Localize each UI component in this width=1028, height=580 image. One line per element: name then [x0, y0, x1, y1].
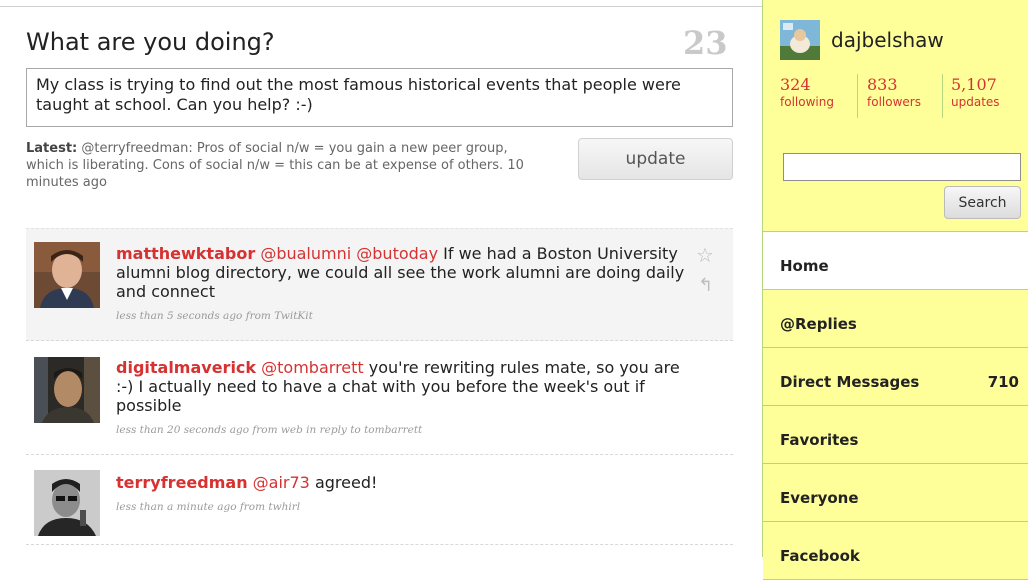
nav-item-replies[interactable]: @Replies	[763, 290, 1028, 348]
stat-divider	[942, 74, 943, 118]
character-counter: 23	[683, 24, 728, 62]
nav-item-favorites[interactable]: Favorites	[763, 406, 1028, 464]
avatar[interactable]	[34, 470, 100, 536]
tweet-meta: less than a minute ago from twhirl	[116, 501, 301, 513]
nav-item-label: Home	[780, 257, 829, 275]
update-button[interactable]: update	[578, 138, 733, 180]
avatar[interactable]	[34, 242, 100, 308]
nav-item-facebook[interactable]: Facebook	[763, 522, 1028, 580]
following-label: following	[780, 95, 834, 109]
tweet-meta: less than 20 seconds ago from web in rep…	[116, 424, 423, 436]
mention-link[interactable]: @bualumni	[260, 244, 351, 263]
updates-label: updates	[951, 95, 1000, 109]
status-input[interactable]: My class is trying to find out the most …	[26, 68, 733, 127]
compose-heading: What are you doing?	[26, 28, 275, 56]
tweet: terryfreedman @air73 agreed! less than a…	[26, 455, 733, 545]
tweet-text: agreed!	[309, 473, 378, 492]
nav-item-label: @Replies	[780, 315, 857, 333]
tweet-meta: less than 5 seconds ago from TwitKit	[116, 310, 313, 322]
tweet-username[interactable]: digitalmaverick	[116, 358, 256, 377]
favorite-star-icon[interactable]: ☆	[696, 243, 714, 267]
sidebar: dajbelshaw 324 following 833 followers 5…	[762, 0, 1028, 580]
profile-username[interactable]: dajbelshaw	[831, 28, 944, 52]
tweet-username[interactable]: matthewktabor	[116, 244, 255, 263]
following-count: 324	[780, 75, 811, 94]
latest-label: Latest:	[26, 141, 78, 156]
search-input[interactable]	[783, 153, 1021, 181]
latest-status: Latest: @terryfreedman: Pros of social n…	[26, 140, 526, 191]
nav-item-label: Direct Messages	[780, 373, 920, 391]
avatar[interactable]	[34, 357, 100, 423]
search-button[interactable]: Search	[944, 186, 1021, 219]
reply-arrow-icon[interactable]: ↰	[698, 275, 713, 296]
updates-stat[interactable]: 5,107 updates	[951, 76, 1000, 110]
tweet-username[interactable]: terryfreedman	[116, 473, 248, 492]
mention-link[interactable]: @tombarrett	[261, 358, 364, 377]
nav-item-label: Favorites	[780, 431, 859, 449]
main-column: What are you doing? 23 My class is tryin…	[0, 0, 762, 557]
nav-item-home[interactable]: Home	[763, 232, 1028, 290]
followers-stat[interactable]: 833 followers	[867, 76, 921, 110]
tweet-body: terryfreedman @air73 agreed! less than a…	[116, 473, 691, 517]
updates-count: 5,107	[951, 75, 997, 94]
mention-link[interactable]: @butoday	[356, 244, 438, 263]
nav-item-count: 710	[987, 373, 1019, 391]
mention-link[interactable]: @air73	[253, 473, 310, 492]
nav-item-direct-messages[interactable]: Direct Messages 710	[763, 348, 1028, 406]
nav-item-everyone[interactable]: Everyone	[763, 464, 1028, 522]
nav-item-label: Everyone	[780, 489, 859, 507]
timeline: matthewktabor @bualumni @butoday If we h…	[26, 228, 733, 545]
following-stat[interactable]: 324 following	[780, 76, 834, 110]
followers-label: followers	[867, 95, 921, 109]
stat-divider	[857, 74, 858, 118]
nav-item-label: Facebook	[780, 547, 860, 565]
tweet-body: matthewktabor @bualumni @butoday If we h…	[116, 244, 691, 326]
tweet: digitalmaverick @tombarrett you're rewri…	[26, 341, 733, 455]
profile-panel: dajbelshaw 324 following 833 followers 5…	[763, 0, 1028, 232]
tweet: matthewktabor @bualumni @butoday If we h…	[26, 228, 733, 341]
tweet-body: digitalmaverick @tombarrett you're rewri…	[116, 358, 691, 440]
sidebar-nav: Home @Replies Direct Messages 710 Favori…	[763, 232, 1028, 580]
followers-count: 833	[867, 75, 898, 94]
profile-avatar[interactable]	[780, 20, 820, 60]
latest-text: @terryfreedman: Pros of social n/w = you…	[26, 141, 524, 190]
